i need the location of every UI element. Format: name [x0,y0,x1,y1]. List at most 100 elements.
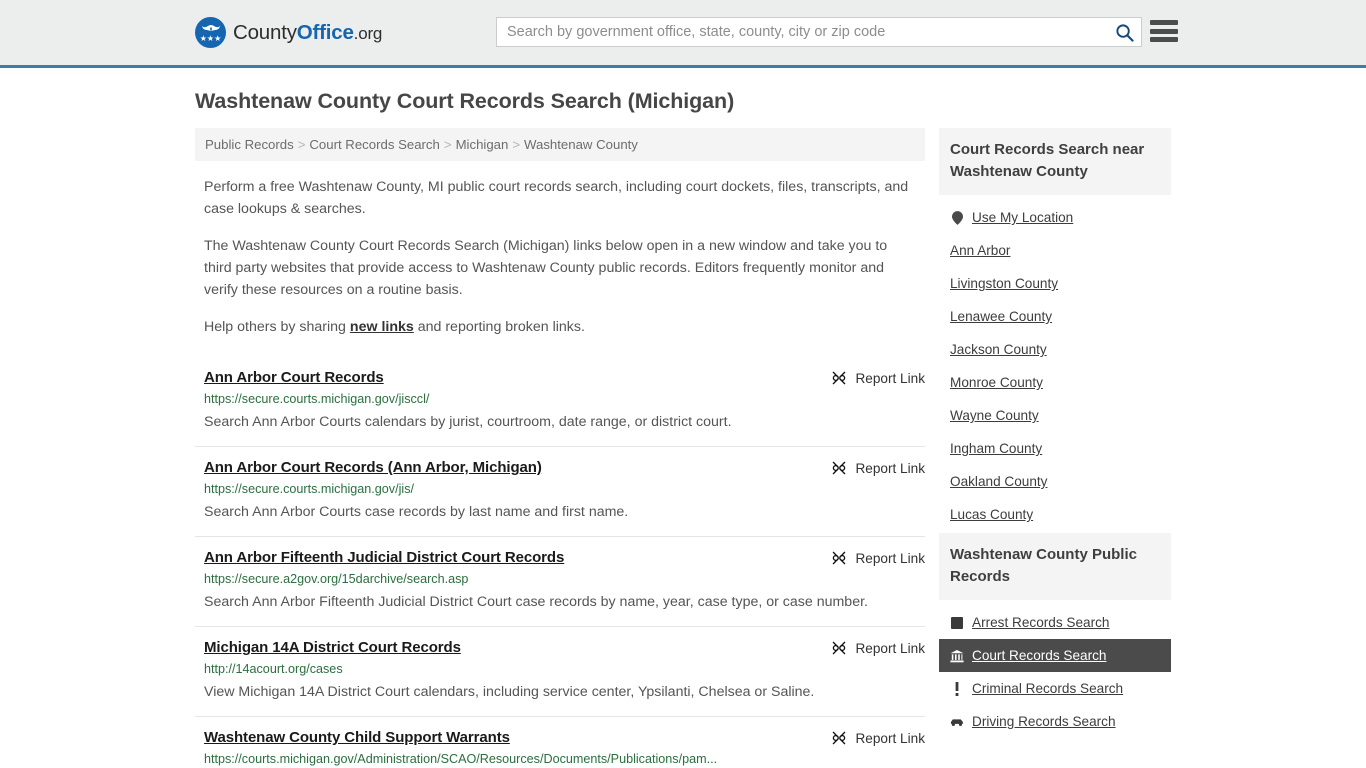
report-link-label: Report Link [855,730,925,746]
report-link-button[interactable]: Report Link [831,550,925,566]
result-description: Search Ann Arbor Courts case records by … [204,504,629,520]
sidebar-public-records-panel: Washtenaw County Public Records Arrest R… [939,533,1171,738]
main-content: Public Records > Court Records Search > Mich… [195,128,925,768]
sidebar-link-label[interactable]: Jackson County [950,342,1047,357]
sidebar-link-label[interactable]: Ingham County [950,441,1042,456]
broken-link-icon [833,551,846,565]
report-link-label: Report Link [855,460,925,476]
sidebar-link-label[interactable]: Wayne County [950,408,1039,423]
sidebar-link-label[interactable]: Ann Arbor [950,243,1010,258]
sidebar-link-label[interactable]: Court Records Search [972,648,1106,663]
sidebar-link-label[interactable]: Criminal Records Search [972,681,1123,696]
eagle-glyph [201,25,220,32]
breadcrumb-separator: > [443,137,452,152]
sidebar-nearby-heading: Court Records Search near Washtenaw Coun… [939,128,1171,195]
location-pin-icon [950,210,964,225]
breadcrumb-item-3[interactable]: Washtenaw County [524,137,638,152]
logo-stars: ★★★ [199,34,222,43]
sidebar-link-label[interactable]: Lenawee County [950,309,1052,324]
sidebar-link-label[interactable]: Use My Location [972,210,1073,225]
sidebar-item-ann-arbor[interactable]: Ann Arbor [939,234,1171,267]
logo-text-org: .org [353,23,383,43]
report-link-button[interactable]: Report Link [831,370,925,386]
sidebar-item-lucas-county[interactable]: Lucas County [939,498,1171,531]
result-title-link[interactable]: Ann Arbor Court Records [204,369,384,386]
sidebar-item-arrest-records-search[interactable]: Arrest Records Search [939,606,1171,639]
result-title-link[interactable]: Michigan 14A District Court Records [204,639,461,656]
sidebar-item-livingston-county[interactable]: Livingston County [939,267,1171,300]
search-button[interactable] [1107,18,1141,46]
sidebar: Court Records Search near Washtenaw Coun… [939,128,1171,740]
result-title-link[interactable]: Ann Arbor Court Records (Ann Arbor, Mich… [204,459,542,476]
car-icon [950,714,964,729]
sidebar-item-monroe-county[interactable]: Monroe County [939,366,1171,399]
report-link-button[interactable]: Report Link [831,640,925,656]
sidebar-link-label[interactable]: Lucas County [950,507,1033,522]
result-item: Ann Arbor Court Records (Ann Arbor, Mich… [195,446,925,536]
result-title-link[interactable]: Washtenaw County Child Support Warrants [204,729,510,746]
logo-wordmark: CountyOffice.org [233,21,382,45]
report-link-label: Report Link [855,550,925,566]
breadcrumb: Public Records > Court Records Search > Mich… [195,128,925,161]
intro-text: Perform a free Washtenaw County, MI publ… [195,176,925,338]
broken-link-icon [833,641,846,655]
hamburger-bar [1150,28,1178,34]
sidebar-item-oakland-county[interactable]: Oakland County [939,465,1171,498]
result-description: View Michigan 14A District Court calenda… [204,684,815,700]
result-list: Ann Arbor Court Records https://secure.c… [195,357,925,768]
logo-text-county: County [233,20,297,44]
intro-p3-before: Help others by sharing [204,319,350,335]
sidebar-link-label[interactable]: Monroe County [950,375,1043,390]
breadcrumb-item-1[interactable]: Court Records Search [309,137,439,152]
report-link-label: Report Link [855,370,925,386]
result-description: Search Ann Arbor Courts calendars by jur… [204,414,732,430]
sidebar-item-wayne-county[interactable]: Wayne County [939,399,1171,432]
page-body: Washtenaw County Court Records Search (M… [0,89,1366,768]
hamburger-bar [1150,37,1178,42]
report-link-button[interactable]: Report Link [831,460,925,476]
sidebar-link-label[interactable]: Driving Records Search [972,714,1116,729]
sidebar-item-use-my-location[interactable]: Use My Location [939,201,1171,234]
content-columns: Public Records > Court Records Search > Mich… [195,128,1171,768]
report-link-label: Report Link [855,640,925,656]
sidebar-item-lenawee-county[interactable]: Lenawee County [939,300,1171,333]
eagle-seal-icon: ★★★ [195,17,226,48]
intro-paragraph-1: Perform a free Washtenaw County, MI publ… [204,179,909,217]
breadcrumb-separator: > [297,137,306,152]
site-header: ★★★ CountyOffice.org [0,0,1366,68]
sidebar-public-records-heading: Washtenaw County Public Records [939,533,1171,600]
broken-link-icon [833,731,846,745]
sidebar-link-label[interactable]: Arrest Records Search [972,615,1110,630]
sidebar-public-records-list: Arrest Records Search Court Records Sear… [939,600,1171,738]
sidebar-item-court-records-search[interactable]: Court Records Search [939,639,1171,672]
breadcrumb-item-2[interactable]: Michigan [456,137,509,152]
sidebar-link-label[interactable]: Livingston County [950,276,1058,291]
sidebar-item-ingham-county[interactable]: Ingham County [939,432,1171,465]
sidebar-link-label[interactable]: Oakland County [950,474,1047,489]
result-item: Michigan 14A District Court Records http… [195,626,925,716]
intro-paragraph-3: Help others by sharing new links and rep… [204,316,916,338]
hamburger-menu-icon[interactable] [1150,18,1178,44]
intro-paragraph-2: The Washtenaw County Court Records Searc… [204,238,888,298]
broken-link-icon [833,461,846,475]
site-logo[interactable]: ★★★ CountyOffice.org [195,17,382,48]
logo-text-office: Office [296,20,354,44]
breadcrumb-separator: > [512,137,521,152]
sidebar-item-driving-records-search[interactable]: Driving Records Search [939,705,1171,738]
page-title: Washtenaw County Court Records Search (M… [195,89,735,113]
search-icon [1115,23,1134,42]
sidebar-nearby-list: Use My Location Ann Arbor Livingston Cou… [939,195,1171,531]
sidebar-item-criminal-records-search[interactable]: Criminal Records Search [939,672,1171,705]
result-url: https://courts.michigan.gov/Administrati… [204,752,718,766]
new-links-link[interactable]: new links [350,319,414,335]
broken-link-icon [833,371,846,385]
result-item: Ann Arbor Court Records https://secure.c… [195,357,925,446]
search-input[interactable] [497,18,1107,46]
result-title-link[interactable]: Ann Arbor Fifteenth Judicial District Co… [204,549,564,566]
report-link-button[interactable]: Report Link [831,730,925,746]
sidebar-item-jackson-county[interactable]: Jackson County [939,333,1171,366]
result-item: Ann Arbor Fifteenth Judicial District Co… [195,536,925,626]
intro-p3-after: and reporting broken links. [413,319,585,335]
result-url: http://14acourt.org/cases [204,662,343,676]
breadcrumb-item-0[interactable]: Public Records [205,137,294,152]
